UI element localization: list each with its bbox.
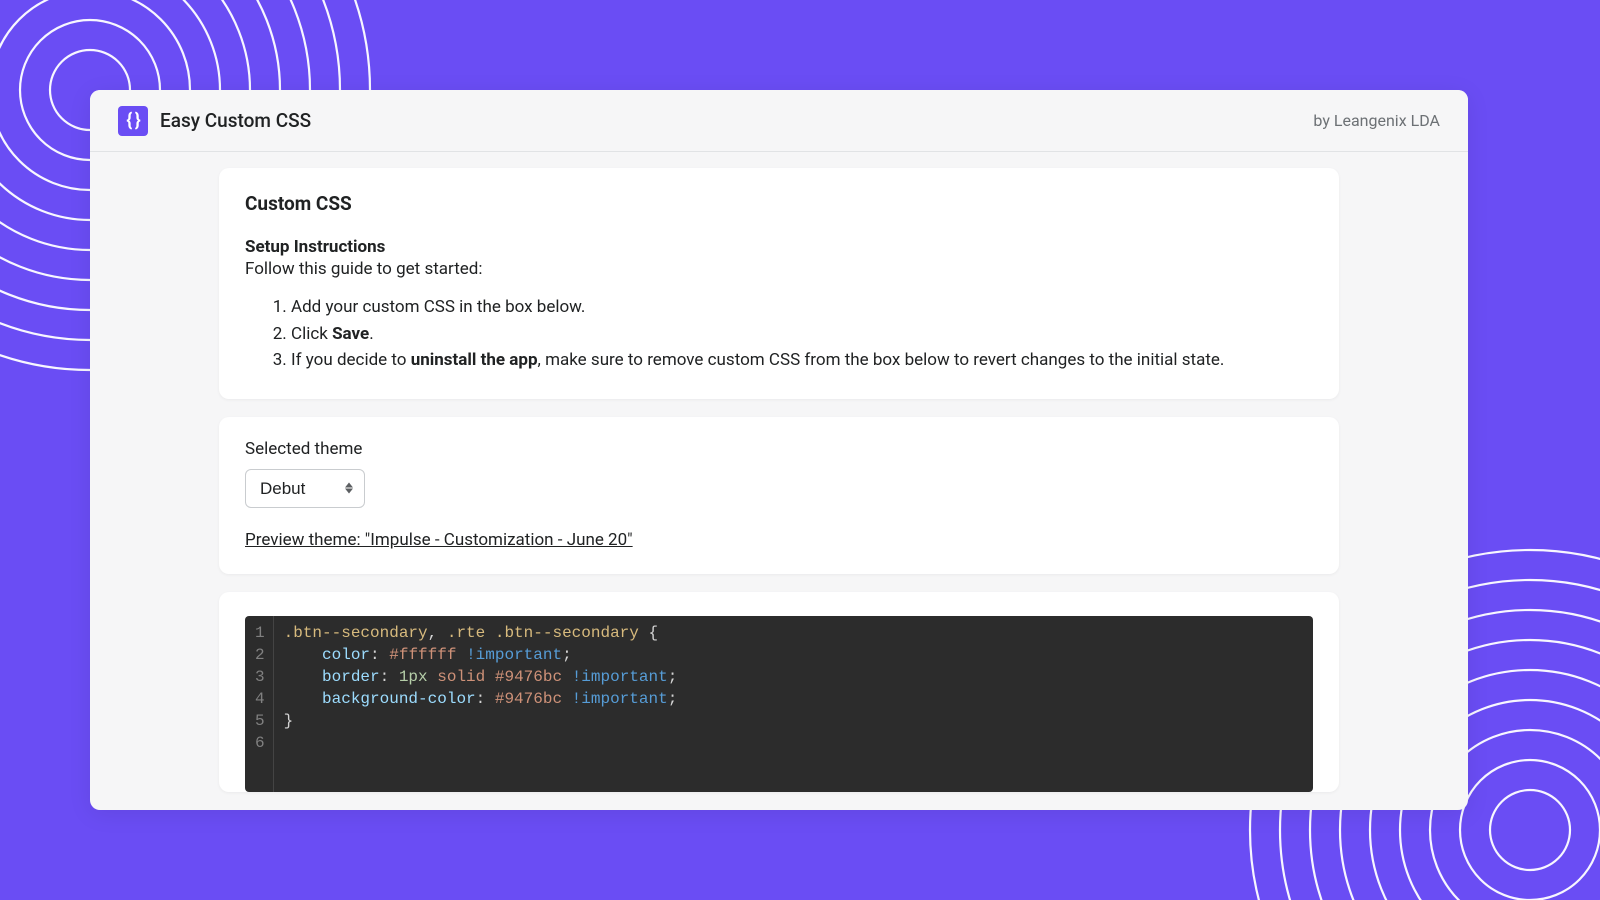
setup-instructions-intro: Follow this guide to get started: [245,259,1313,279]
instruction-step-2: Click Save. [291,322,1313,347]
code-line-1: .btn--secondary, .rte .btn--secondary { [284,622,1303,644]
code-line-4: background-color: #9476bc !important; [284,688,1303,710]
instruction-step-3: If you decide to uninstall the app, make… [291,348,1313,373]
code-line-6 [284,732,1303,754]
instructions-card: Custom CSS Setup Instructions Follow thi… [219,168,1339,399]
code-line-3: border: 1px solid #9476bc !important; [284,666,1303,688]
instruction-step-1: Add your custom CSS in the box below. [291,295,1313,320]
header-byline: by Leangenix LDA [1313,111,1440,130]
content-area: Custom CSS Setup Instructions Follow thi… [90,152,1468,810]
preview-theme-link[interactable]: Preview theme: "Impulse - Customization … [245,530,633,550]
code-editor[interactable]: 1 2 3 4 5 6 .btn--secondary, .rte .btn--… [245,616,1313,792]
setup-instructions-label: Setup Instructions [245,237,1313,257]
code-line-5: } [284,710,1303,732]
code-line-2: color: #ffffff !important; [284,644,1303,666]
app-window: { } Easy Custom CSS by Leangenix LDA Cus… [90,90,1468,810]
editor-code[interactable]: .btn--secondary, .rte .btn--secondary { … [274,616,1313,792]
app-header: { } Easy Custom CSS by Leangenix LDA [90,90,1468,152]
card-title: Custom CSS [245,192,1313,215]
instructions-list: Add your custom CSS in the box below. Cl… [245,295,1313,373]
editor-gutter: 1 2 3 4 5 6 [245,616,274,792]
editor-card: 1 2 3 4 5 6 .btn--secondary, .rte .btn--… [219,592,1339,792]
theme-card: Selected theme Debut Preview theme: "Imp… [219,417,1339,574]
app-title: Easy Custom CSS [160,109,311,132]
theme-select-wrap: Debut [245,469,365,508]
app-logo-braces: { } [126,110,139,131]
selected-theme-label: Selected theme [245,439,1313,459]
app-logo-icon: { } [118,106,148,136]
theme-select[interactable]: Debut [245,469,365,508]
